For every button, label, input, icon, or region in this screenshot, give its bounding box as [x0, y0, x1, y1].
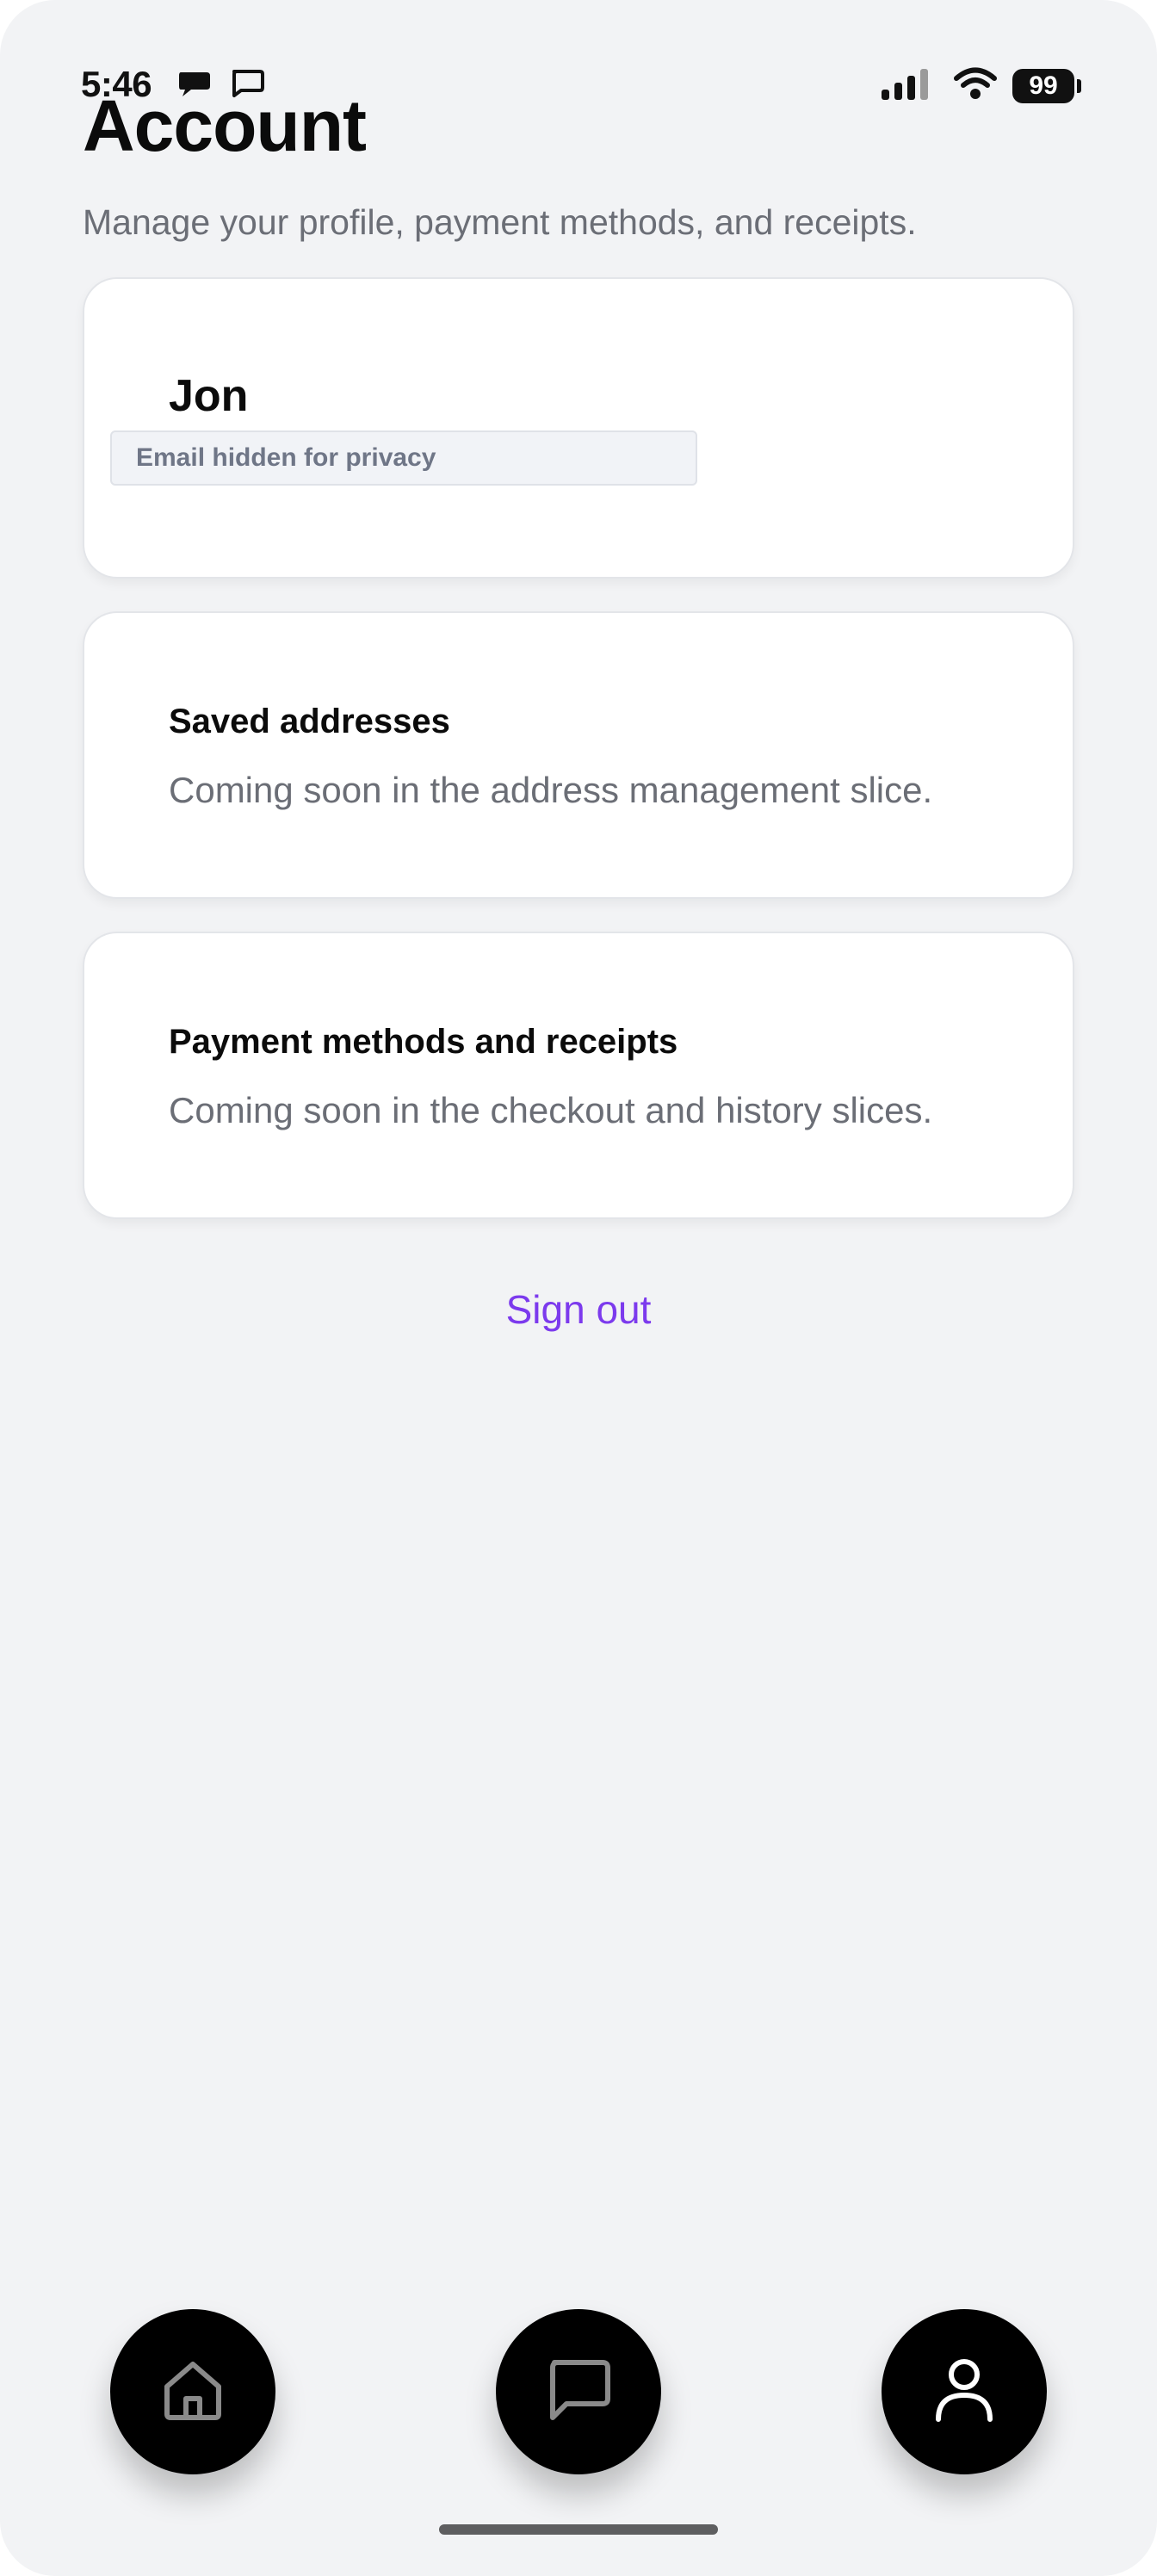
payment-methods-card[interactable]: Payment methods and receipts Coming soon…: [83, 932, 1074, 1219]
home-icon: [160, 2357, 226, 2427]
wifi-icon: [954, 67, 997, 104]
chat-icon: [544, 2357, 613, 2427]
payment-methods-description: Coming soon in the checkout and history …: [169, 1090, 933, 1130]
page-title: Account: [83, 85, 367, 166]
account-screen: 5:46 99 Account Manage your profile, pay…: [0, 0, 1157, 2576]
page-subtitle: Manage your profile, payment methods, an…: [83, 202, 917, 242]
email-privacy-badge: Email hidden for privacy: [110, 430, 697, 486]
battery-level: 99: [1029, 71, 1058, 100]
profile-card: Jon Email hidden for privacy: [83, 277, 1074, 579]
signal-icon: [880, 67, 938, 104]
saved-addresses-description: Coming soon in the address management sl…: [169, 770, 933, 810]
saved-addresses-title: Saved addresses: [169, 703, 450, 740]
nav-home-button[interactable]: [110, 2309, 275, 2474]
battery-icon: 99: [1012, 68, 1081, 103]
payment-methods-title: Payment methods and receipts: [169, 1023, 678, 1061]
sign-out-button[interactable]: Sign out: [0, 1286, 1157, 1333]
saved-addresses-card[interactable]: Saved addresses Coming soon in the addre…: [83, 611, 1074, 899]
status-right-icons: 99: [880, 67, 1081, 104]
user-icon: [931, 2356, 997, 2429]
profile-name: Jon: [169, 371, 249, 421]
home-indicator: [439, 2524, 718, 2535]
nav-chat-button[interactable]: [496, 2309, 661, 2474]
nav-account-button[interactable]: [882, 2309, 1047, 2474]
